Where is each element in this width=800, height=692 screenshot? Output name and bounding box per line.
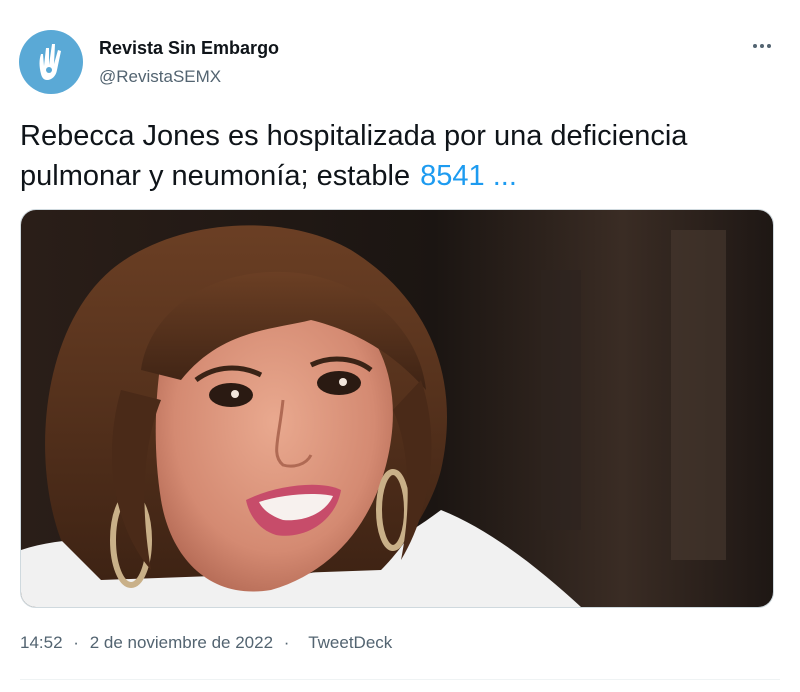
account-handle[interactable]: @RevistaSEMX bbox=[99, 67, 221, 87]
tweet-media-photo[interactable] bbox=[20, 209, 774, 608]
hand-logo-icon bbox=[39, 44, 61, 80]
tweet-text-line-2: pulmonar y neumonía; estable 8541 ... bbox=[20, 156, 780, 196]
tweet-date[interactable]: 2 de noviembre de 2022 bbox=[90, 633, 273, 652]
account-name[interactable]: Revista Sin Embargo bbox=[99, 38, 279, 59]
more-options-icon[interactable] bbox=[750, 34, 774, 58]
photo-woman-smiling bbox=[21, 210, 773, 607]
meta-separator-1: · bbox=[73, 633, 79, 652]
avatar[interactable] bbox=[19, 30, 83, 94]
divider bbox=[20, 679, 780, 680]
tweet-time[interactable]: 14:52 bbox=[20, 633, 63, 652]
tweet-link[interactable]: 8541 ... bbox=[420, 160, 517, 192]
tweet-card: Revista Sin Embargo @RevistaSEMX Rebecca… bbox=[0, 0, 800, 692]
meta-separator-2: · bbox=[283, 633, 290, 652]
tweet-text-line-1: Rebecca Jones es hospitalizada por una d… bbox=[20, 120, 688, 152]
tweet-meta: 14:52 · 2 de noviembre de 2022 · TweetDe… bbox=[20, 633, 398, 653]
tweet-text: Rebecca Jones es hospitalizada por una d… bbox=[20, 116, 780, 196]
tweet-source[interactable]: TweetDeck bbox=[308, 633, 392, 652]
tweet-text-line-2-content: pulmonar y neumonía; estable bbox=[20, 160, 411, 192]
